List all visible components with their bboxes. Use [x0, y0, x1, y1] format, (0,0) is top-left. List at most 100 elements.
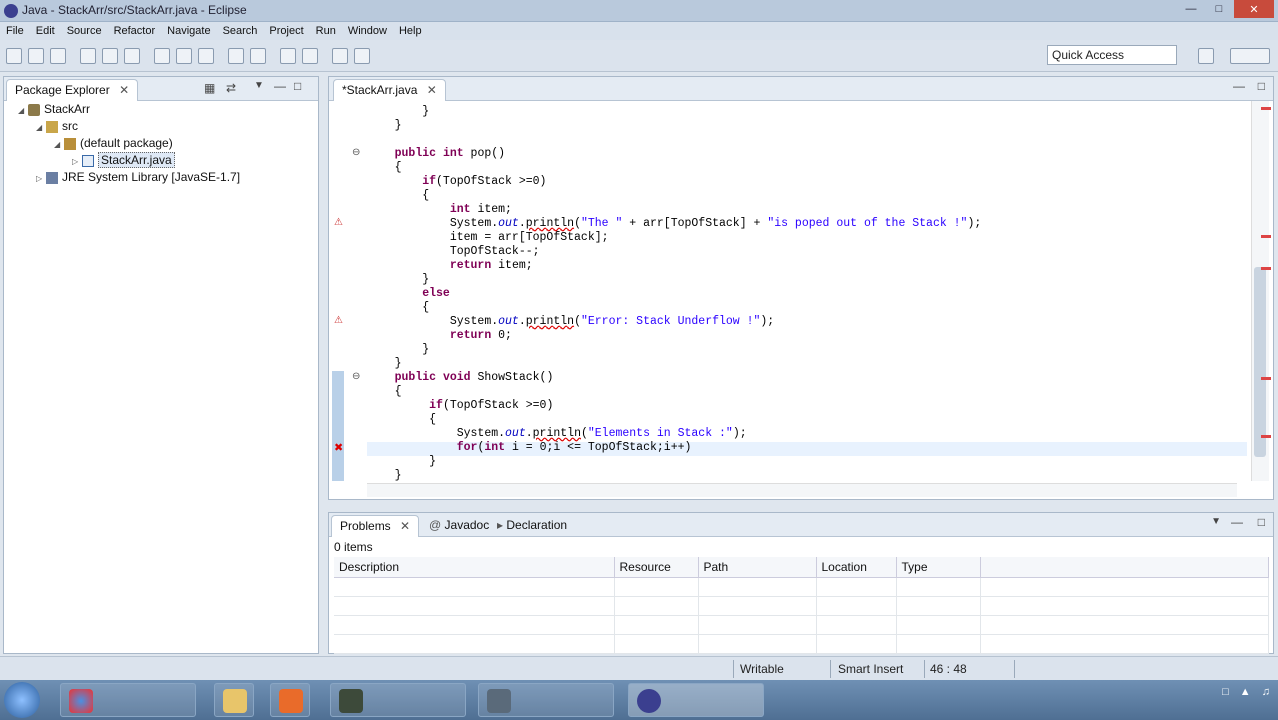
expand-icon[interactable]: ◢ — [18, 106, 28, 115]
java-perspective-button[interactable] — [1230, 48, 1270, 64]
column-description[interactable]: Description — [334, 557, 615, 578]
expand-icon[interactable]: ◢ — [54, 140, 64, 149]
taskbar-explorer[interactable] — [214, 683, 254, 717]
code-line: } — [367, 455, 437, 468]
tab-problems[interactable]: Problems ✕ — [331, 515, 420, 537]
column-path[interactable]: Path — [698, 557, 817, 578]
taskbar-app[interactable] — [330, 683, 466, 717]
overview-marker[interactable] — [1261, 267, 1271, 270]
maximize-view-icon[interactable]: □ — [1258, 515, 1265, 529]
menu-search[interactable]: Search — [223, 25, 258, 37]
collapse-all-icon[interactable]: ▦ — [204, 81, 215, 95]
run-icon[interactable] — [102, 48, 118, 64]
tab-javadoc[interactable]: @ Javadoc — [429, 518, 489, 532]
view-menu-icon[interactable]: ▼ — [1211, 516, 1221, 527]
warning-marker-icon[interactable]: ⚠ — [334, 217, 343, 228]
tree-item-jre[interactable]: ▷ JRE System Library [JavaSE-1.7] — [36, 170, 240, 184]
menu-file[interactable]: File — [6, 25, 24, 37]
code-line: } — [367, 119, 402, 132]
menu-help[interactable]: Help — [399, 25, 422, 37]
menu-source[interactable]: Source — [67, 25, 102, 37]
fold-icon[interactable]: ⊖ — [352, 147, 360, 158]
taskbar-app[interactable] — [478, 683, 614, 717]
close-icon[interactable]: ✕ — [400, 519, 410, 533]
maximize-view-icon[interactable]: □ — [294, 79, 301, 93]
minimize-view-icon[interactable]: — — [274, 79, 286, 93]
search-icon[interactable] — [250, 48, 266, 64]
taskbar-media[interactable] — [270, 683, 310, 717]
close-icon[interactable]: ✕ — [1234, 0, 1274, 18]
quick-access-input[interactable]: Quick Access — [1047, 45, 1177, 65]
problems-header: Problems ✕ @ Javadoc ▸ Declaration ▼ — □ — [329, 513, 1273, 537]
back-icon[interactable] — [332, 48, 348, 64]
new-class-icon[interactable] — [198, 48, 214, 64]
collapse-icon[interactable]: ▷ — [72, 157, 82, 166]
close-icon[interactable]: ✕ — [427, 83, 437, 97]
debug-icon[interactable] — [80, 48, 96, 64]
column-location[interactable]: Location — [816, 557, 897, 578]
new-icon[interactable] — [6, 48, 22, 64]
prev-annotation-icon[interactable] — [302, 48, 318, 64]
column-resource[interactable]: Resource — [614, 557, 699, 578]
volume-icon[interactable]: ♫ — [1262, 686, 1270, 698]
overview-marker[interactable] — [1261, 435, 1271, 438]
link-editor-icon[interactable]: ⇄ — [226, 81, 236, 95]
menu-edit[interactable]: Edit — [36, 25, 55, 37]
new-package-icon[interactable] — [176, 48, 192, 64]
column-type[interactable]: Type — [896, 557, 981, 578]
annotation-ruler: ⚠ ⚠ ✖ — [332, 101, 348, 483]
minimize-icon[interactable]: — — [1178, 0, 1204, 18]
tab-declaration[interactable]: ▸ Declaration — [497, 518, 567, 532]
close-icon[interactable]: ✕ — [119, 83, 129, 97]
forward-icon[interactable] — [354, 48, 370, 64]
menu-project[interactable]: Project — [269, 25, 303, 37]
taskbar-eclipse[interactable] — [628, 683, 764, 717]
overview-marker[interactable] — [1261, 377, 1271, 380]
external-tools-icon[interactable] — [124, 48, 140, 64]
save-icon[interactable] — [28, 48, 44, 64]
tab-package-explorer[interactable]: Package Explorer ✕ — [6, 79, 139, 101]
library-icon — [46, 171, 58, 184]
error-marker-icon[interactable]: ✖ — [334, 441, 343, 454]
menu-refactor[interactable]: Refactor — [114, 25, 156, 37]
new-java-project-icon[interactable] — [154, 48, 170, 64]
print-icon[interactable] — [50, 48, 66, 64]
tree-label: StackArr — [44, 102, 91, 116]
overview-marker[interactable] — [1261, 235, 1271, 238]
collapse-icon[interactable]: ▷ — [36, 174, 46, 183]
editor-header: *StackArr.java ✕ — □ — [329, 77, 1273, 101]
network-icon[interactable]: ▲ — [1240, 686, 1251, 698]
code-area[interactable]: } } public int pop() { if(TopOfStack >=0… — [367, 101, 1237, 482]
horizontal-scrollbar[interactable] — [367, 483, 1237, 497]
code-text: public int pop() — [394, 147, 506, 160]
minimize-view-icon[interactable]: — — [1233, 79, 1245, 93]
tree-item-stackarr-java[interactable]: ▷ StackArr.java — [72, 152, 175, 168]
tree-item-project[interactable]: ◢ StackArr — [18, 102, 90, 116]
overview-marker[interactable] — [1261, 107, 1271, 110]
tab-label: *StackArr.java — [342, 83, 418, 97]
menu-navigate[interactable]: Navigate — [167, 25, 210, 37]
view-menu-icon[interactable]: ▼ — [254, 80, 264, 91]
language-icon[interactable]: □ — [1222, 686, 1229, 698]
warning-marker-icon[interactable]: ⚠ — [334, 315, 343, 326]
minimize-view-icon[interactable]: — — [1231, 515, 1243, 529]
next-annotation-icon[interactable] — [280, 48, 296, 64]
tab-stackarr-java[interactable]: *StackArr.java ✕ — [333, 79, 446, 101]
maximize-icon[interactable]: □ — [1206, 0, 1232, 18]
open-perspective-icon[interactable] — [1198, 48, 1214, 64]
expand-icon[interactable]: ◢ — [36, 123, 46, 132]
code-line: } — [367, 357, 402, 370]
taskbar: □ ▲ ♫ — [0, 680, 1278, 720]
fold-icon[interactable]: ⊖ — [352, 371, 360, 382]
tab-label: Problems — [340, 519, 391, 533]
tree-item-src[interactable]: ◢ src — [36, 119, 78, 133]
taskbar-chrome[interactable] — [60, 683, 196, 717]
start-button[interactable] — [4, 682, 40, 718]
tree-item-default-package[interactable]: ◢ (default package) — [54, 136, 173, 150]
open-type-icon[interactable] — [228, 48, 244, 64]
menu-run[interactable]: Run — [316, 25, 336, 37]
maximize-view-icon[interactable]: □ — [1258, 79, 1265, 93]
tab-label: Javadoc — [444, 518, 490, 532]
menu-window[interactable]: Window — [348, 25, 387, 37]
code-line: { — [367, 161, 402, 174]
